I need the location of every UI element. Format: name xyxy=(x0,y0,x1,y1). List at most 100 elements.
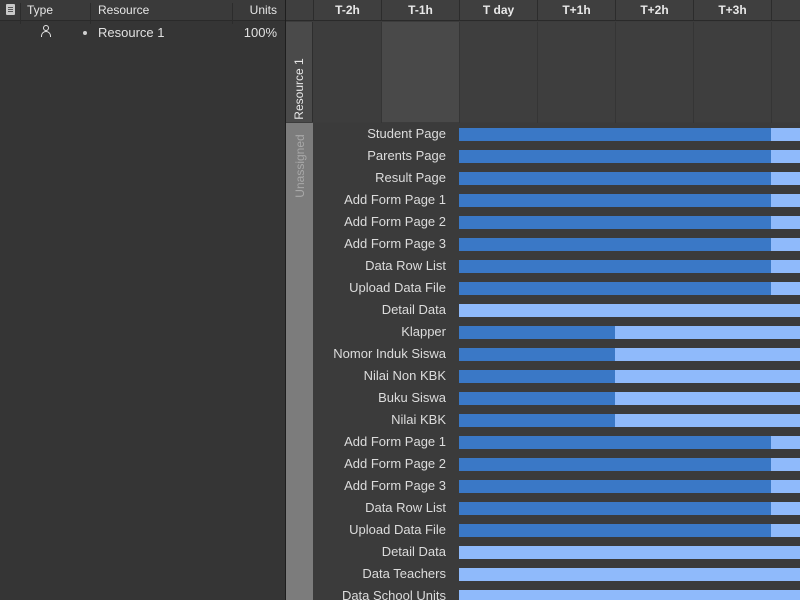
timeline-column-header[interactable]: T+1h xyxy=(537,0,615,21)
task-bar-progress xyxy=(459,216,771,229)
task-name: Buku Siswa xyxy=(378,390,446,405)
task-row[interactable]: Nomor Induk Siswa xyxy=(286,343,800,365)
task-row[interactable]: Parents Page xyxy=(286,145,800,167)
document-icon[interactable] xyxy=(6,4,15,15)
timeline-column-header[interactable]: T day xyxy=(459,0,537,21)
column-header-units[interactable]: Units xyxy=(250,3,277,17)
task-name: Result Page xyxy=(375,170,446,185)
task-bar[interactable] xyxy=(459,326,800,339)
task-row[interactable]: Upload Data File xyxy=(286,519,800,541)
task-row[interactable]: Student Page xyxy=(286,123,800,145)
task-bar[interactable] xyxy=(459,436,800,449)
grid-line xyxy=(771,22,772,123)
timeline-column-header[interactable]: T-1h xyxy=(381,0,459,21)
gantt-chart: T-2h T-1h T day T+1h T+2h T+3h Resource 1 Una… xyxy=(286,0,800,600)
task-row[interactable]: Nilai KBK xyxy=(286,409,800,431)
timeline-column-header[interactable]: T+3h xyxy=(693,0,771,21)
task-name: Add Form Page 1 xyxy=(344,192,446,207)
column-header-type[interactable]: Type xyxy=(27,3,53,17)
task-row[interactable]: Data School Units xyxy=(286,585,800,600)
column-divider[interactable] xyxy=(20,3,21,24)
task-bar[interactable] xyxy=(459,502,800,515)
task-row[interactable]: Upload Data File xyxy=(286,277,800,299)
task-bar[interactable] xyxy=(459,260,800,273)
resource-units: 100% xyxy=(243,25,277,40)
resource-table-header: Type Resource Units xyxy=(0,0,285,24)
task-bar[interactable] xyxy=(459,216,800,229)
task-name: Add Form Page 1 xyxy=(344,434,446,449)
task-bar[interactable] xyxy=(459,568,800,581)
task-bar[interactable] xyxy=(459,238,800,251)
task-bar-progress xyxy=(459,172,771,185)
task-row[interactable]: Klapper xyxy=(286,321,800,343)
task-name: Nilai Non KBK xyxy=(363,368,446,383)
task-row[interactable]: Detail Data xyxy=(286,541,800,563)
column-header-resource[interactable]: Resource xyxy=(98,3,149,17)
task-row[interactable]: Buku Siswa xyxy=(286,387,800,409)
task-bar-progress xyxy=(459,194,771,207)
task-name: Student Page xyxy=(367,126,446,141)
task-name: Parents Page xyxy=(367,148,446,163)
task-row[interactable]: Add Form Page 3 xyxy=(286,233,800,255)
task-bar[interactable] xyxy=(459,392,800,405)
task-bar[interactable] xyxy=(459,150,800,163)
lane-cell xyxy=(313,22,381,122)
task-name: Data Row List xyxy=(365,500,446,515)
task-bar[interactable] xyxy=(459,304,800,317)
timeline-header: T-2h T-1h T day T+1h T+2h T+3h xyxy=(286,0,800,21)
task-row[interactable]: Nilai Non KBK xyxy=(286,365,800,387)
task-bar[interactable] xyxy=(459,370,800,383)
bullet-icon xyxy=(83,31,87,35)
task-row[interactable]: Add Form Page 3 xyxy=(286,475,800,497)
task-row[interactable]: Result Page xyxy=(286,167,800,189)
grid-line xyxy=(537,22,538,123)
task-row[interactable]: Detail Data xyxy=(286,299,800,321)
table-row[interactable]: Resource 1 100% xyxy=(0,22,285,43)
task-name: Add Form Page 2 xyxy=(344,456,446,471)
task-name: Upload Data File xyxy=(349,522,446,537)
task-bar-progress xyxy=(459,414,615,427)
task-name: Upload Data File xyxy=(349,280,446,295)
resource-table: Type Resource Units Resource 1 100% xyxy=(0,0,285,600)
task-row[interactable]: Add Form Page 2 xyxy=(286,453,800,475)
resource-name: Resource 1 xyxy=(98,25,165,40)
task-row[interactable]: Add Form Page 1 xyxy=(286,189,800,211)
task-bar-progress xyxy=(459,370,615,383)
task-bar[interactable] xyxy=(459,282,800,295)
lane-cell-selected xyxy=(381,22,459,122)
task-bar-progress xyxy=(459,150,771,163)
resource-lane[interactable] xyxy=(313,22,800,122)
task-bar[interactable] xyxy=(459,414,800,427)
task-bar[interactable] xyxy=(459,348,800,361)
lane-cell xyxy=(459,22,800,122)
task-name: Nilai KBK xyxy=(391,412,446,427)
task-name: Data Row List xyxy=(365,258,446,273)
task-bar-progress xyxy=(459,436,771,449)
task-row[interactable]: Data Row List xyxy=(286,255,800,277)
timeline-column-header[interactable]: T-2h xyxy=(313,0,381,21)
task-bar[interactable] xyxy=(459,590,800,600)
task-bar-progress xyxy=(459,502,771,515)
group-label-resource[interactable]: Resource 1 xyxy=(286,22,313,122)
task-row[interactable]: Data Row List xyxy=(286,497,800,519)
task-name: Add Form Page 2 xyxy=(344,214,446,229)
column-divider[interactable] xyxy=(232,3,233,24)
task-bar[interactable] xyxy=(459,172,800,185)
timeline-column-header xyxy=(771,0,800,21)
task-bar[interactable] xyxy=(459,458,800,471)
task-bar[interactable] xyxy=(459,128,800,141)
timeline-column-header[interactable]: T+2h xyxy=(615,0,693,21)
task-bar-progress xyxy=(459,326,615,339)
group-label-text: Resource 1 xyxy=(292,58,306,120)
grid-line xyxy=(459,22,460,123)
task-bar[interactable] xyxy=(459,480,800,493)
task-row[interactable]: Add Form Page 2 xyxy=(286,211,800,233)
task-bar[interactable] xyxy=(459,546,800,559)
task-bar[interactable] xyxy=(459,524,800,537)
task-row[interactable]: Add Form Page 1 xyxy=(286,431,800,453)
task-row[interactable]: Data Teachers xyxy=(286,563,800,585)
task-bar[interactable] xyxy=(459,194,800,207)
task-bar-progress xyxy=(459,392,615,405)
person-icon xyxy=(41,25,51,38)
column-divider[interactable] xyxy=(90,3,91,24)
